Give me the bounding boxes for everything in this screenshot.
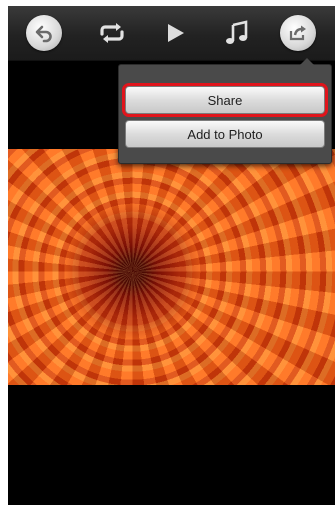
back-arrow-icon — [35, 25, 52, 43]
photo-view — [8, 149, 335, 385]
repeat-button[interactable] — [92, 13, 132, 53]
music-button[interactable] — [217, 13, 257, 53]
share-menu-button[interactable]: Share — [122, 83, 328, 117]
share-button[interactable] — [278, 13, 318, 53]
share-menu-popup: Share Add to Photo — [118, 58, 332, 164]
music-note-icon — [226, 20, 248, 44]
play-icon — [168, 24, 184, 42]
play-button[interactable] — [155, 13, 195, 53]
share-button-face — [280, 15, 316, 51]
media-toolbar — [8, 6, 335, 61]
share-icon — [289, 25, 306, 41]
repeat-icon — [100, 23, 124, 43]
add-to-photo-button[interactable]: Add to Photo — [125, 120, 325, 148]
back-button-face — [26, 15, 62, 51]
screen: Share Add to Photo — [8, 6, 335, 505]
popup-arrow — [299, 58, 315, 66]
back-button[interactable] — [24, 13, 64, 53]
